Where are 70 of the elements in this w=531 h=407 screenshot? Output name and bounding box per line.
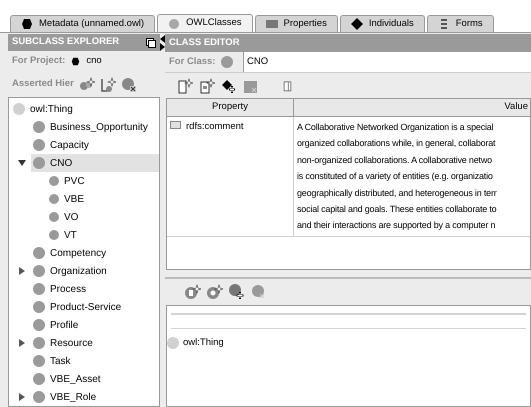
class-icon (33, 139, 45, 151)
splitter-arrows-icon[interactable] (160, 34, 165, 52)
class-icon (33, 373, 45, 385)
class-icon (33, 121, 45, 133)
class-icon (221, 56, 234, 68)
tree-item[interactable]: Resource (31, 334, 101, 352)
tab[interactable]: Individuals (340, 15, 425, 32)
superclass-item[interactable]: owl:Thing (167, 334, 232, 352)
class-icon (33, 391, 45, 403)
window-icon[interactable] (146, 38, 156, 48)
circle-icon (168, 18, 180, 30)
add-restriction-icon[interactable] (221, 78, 237, 94)
collapsed-arrow-icon[interactable] (18, 339, 26, 347)
tree-item[interactable]: VBE (47, 190, 92, 208)
add-superclass-icon[interactable] (185, 284, 201, 300)
tree-item[interactable]: CNO (31, 154, 159, 172)
tree-item[interactable]: VBE_Asset (31, 370, 109, 388)
hierarchy-label: Asserted Hier (12, 77, 74, 92)
add-subclass-icon[interactable] (78, 76, 95, 93)
tab[interactable]: Properties (254, 15, 338, 32)
class-icon (33, 337, 45, 349)
tree-item[interactable]: VT (47, 226, 85, 244)
class-icon (33, 355, 45, 367)
class-icon (33, 319, 45, 331)
tree-item[interactable]: VO (47, 208, 86, 226)
tree-item[interactable]: Organization (31, 262, 115, 280)
tree-item[interactable]: Product-Service (31, 298, 130, 316)
tree-item[interactable]: Business_Opportunity (31, 118, 156, 136)
project-label: For Project: (12, 54, 66, 68)
add-sibling-icon[interactable] (100, 76, 116, 93)
tree-item[interactable]: Task (31, 352, 79, 370)
class-icon (33, 247, 45, 259)
expanded-arrow-icon[interactable] (18, 159, 26, 167)
collapsed-arrow-icon[interactable] (18, 393, 26, 401)
panel-title: CLASS EDITOR (169, 36, 240, 50)
class-icon (33, 283, 45, 295)
tree-item[interactable]: owl:Thing (11, 100, 81, 118)
tree-item[interactable]: PVC (47, 172, 93, 190)
column-header[interactable]: Property (167, 99, 294, 116)
class-icon (167, 337, 179, 349)
add-class-icon[interactable] (229, 284, 245, 300)
tree-item[interactable]: Competency (31, 244, 114, 262)
class-icon (13, 103, 25, 115)
class-name-field[interactable]: CNO (243, 52, 531, 72)
tree-item[interactable]: Capacity (31, 136, 97, 154)
hexagon-icon (21, 18, 33, 30)
delete-class-icon[interactable] (120, 76, 137, 93)
diamond-icon (350, 18, 363, 30)
rectangle-icon (266, 18, 278, 30)
tree-item[interactable]: Process (31, 280, 94, 298)
new-document-icon[interactable] (177, 78, 193, 94)
class-label: For Class: (169, 54, 216, 69)
class-icon (33, 157, 45, 169)
tree-item[interactable]: VBE_Role (31, 388, 104, 406)
class-icon (33, 301, 45, 313)
add-property-icon[interactable] (199, 78, 215, 94)
class-icon (33, 265, 45, 277)
project-name: cno (86, 54, 102, 68)
collapsed-arrow-icon[interactable] (18, 267, 26, 275)
panel-title: SUBCLASS EXPLORER (12, 35, 120, 50)
tab[interactable]: Forms (426, 15, 494, 32)
table-cell: rdfs:comment (186, 121, 244, 132)
table-cell-text: A Collaborative Networked Organization is a special organized collaborations while, in general, collaborat non-organized collaborations. A collaborative netwo is constituted of a variety of entities (e.g. organizatio geographically distributed, and heterogeneous in terr social capital and goals. These entities collaborate to and their interactions are supported by a computer n (296, 121, 498, 232)
tree-item[interactable]: Profile (31, 316, 86, 334)
add-restriction-icon[interactable] (207, 284, 223, 300)
tab[interactable]: Metadata (unnamed.owl) (10, 15, 156, 32)
tab[interactable]: OWLClasses (157, 14, 253, 32)
property-icon (170, 121, 181, 129)
column-header[interactable]: Value (294, 99, 530, 116)
hexagon-icon (71, 57, 80, 66)
